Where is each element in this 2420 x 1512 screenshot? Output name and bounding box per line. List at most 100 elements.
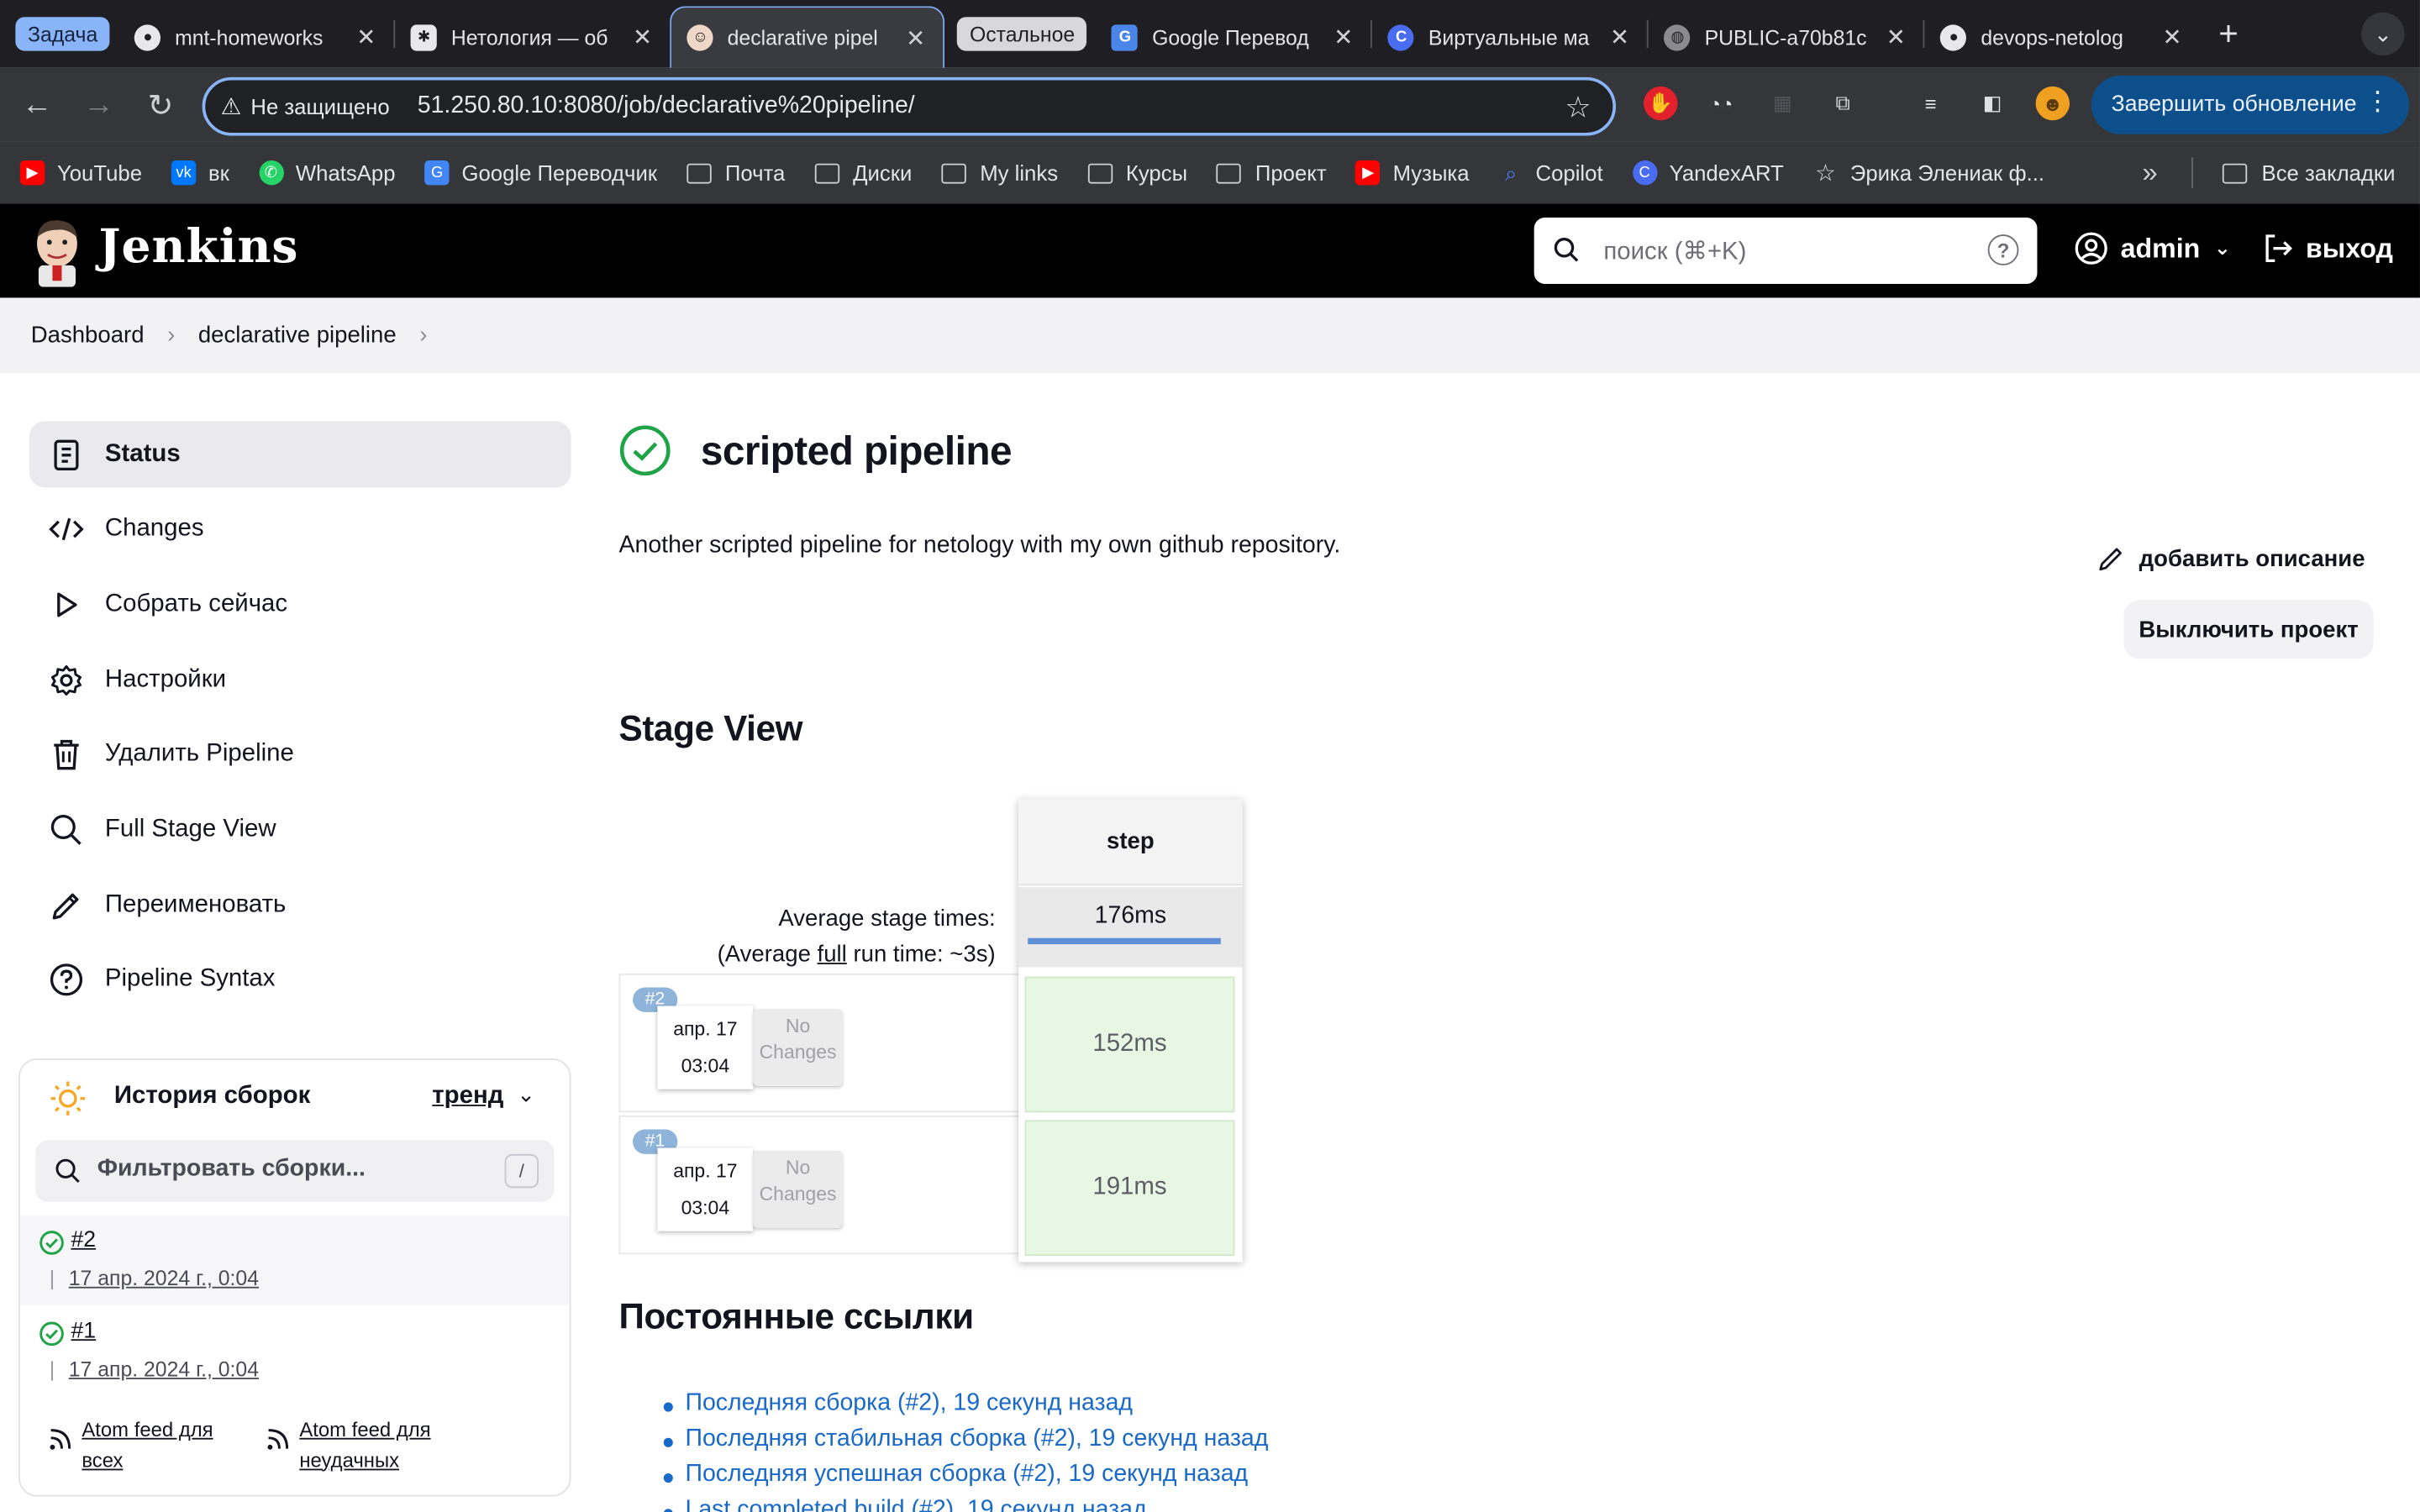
bookmark-folder[interactable]: Диски [814,160,912,185]
browser-tab[interactable]: ◍ PUBLIC-a70b81c ✕ [1649,11,1923,63]
build-history-header: История сборок тренд ⌄ [20,1060,570,1137]
stage-cell-success[interactable]: 152ms [1024,976,1235,1113]
bookmark-vk[interactable]: vk вк [171,160,229,186]
permalink-last-build[interactable]: Последняя сборка (#2), 19 секунд назад [663,1390,1268,1425]
browser-tab[interactable]: ● devops-netolog ✕ [1925,11,2200,63]
puzzle-icon[interactable]: ⧉ [1826,87,1860,120]
bookmark-folder[interactable]: Почта [686,160,786,186]
build-date-link[interactable]: 17 апр. 2024 г., 0:04 [69,1357,259,1381]
all-bookmarks[interactable]: Все закладки [2223,160,2396,185]
adblock-extension-icon[interactable]: ✋ [1644,86,1678,121]
add-description-link[interactable]: добавить описание [2097,544,2365,572]
bookmark-folder[interactable]: Проект [1216,160,1327,185]
chevron-down-icon[interactable]: ⌄ [517,1082,535,1108]
reader-extension-icon[interactable]: ◔◔ [1704,87,1738,120]
full-run-link[interactable]: full [818,941,847,967]
sidebar-item-label: Status [104,440,181,467]
close-tab-icon[interactable]: ✕ [2160,24,2184,50]
sidebar-item-full-stage-view[interactable]: Full Stage View [29,797,571,864]
bookmark-youtube[interactable]: ▶ YouTube [19,160,142,186]
close-tab-icon[interactable]: ✕ [903,24,928,51]
reload-icon[interactable]: ↻ [129,86,191,124]
breadcrumb-job[interactable]: declarative pipeline [198,323,397,349]
help-icon[interactable]: ? [1987,234,2019,265]
sidebar-item-label: Переименовать [104,890,287,918]
browser-tab[interactable]: G Google Перевод ✕ [1097,11,1371,63]
address-bar[interactable]: ⚠ Не защищено 51.250.80.10:8080/job/decl… [202,76,1617,136]
tab-group-label[interactable]: Задача [15,17,110,51]
sun-weather-icon [50,1081,86,1116]
trend-link[interactable]: тренд [432,1083,503,1110]
sidebar-item-build-now[interactable]: Собрать сейчас [29,571,571,638]
media-controls-icon[interactable]: ≡ [1914,87,1948,120]
permalink-last-completed[interactable]: Last completed build (#2), 19 секунд наз… [663,1497,1268,1512]
side-panel-icon[interactable]: ◧ [1975,87,2009,120]
bookmark-copilot[interactable]: ⌕ Copilot [1498,160,1603,185]
sidebar-item-label: Настройки [104,665,226,692]
permalink-last-successful[interactable]: Последняя успешная сборка (#2), 19 секун… [663,1461,1268,1496]
jenkins-brand[interactable]: Jenkins [99,221,299,275]
whatsapp-icon: ✆ [258,160,284,186]
sidebar-item-pipeline-syntax[interactable]: Pipeline Syntax [29,947,571,1013]
breadcrumb-dashboard[interactable]: Dashboard [31,323,145,349]
run-time: 03:04 [681,1055,730,1078]
browser-tab[interactable]: ● mnt-homeworks ✕ [119,11,394,63]
close-tab-icon[interactable]: ✕ [630,24,655,50]
logout-link[interactable]: выход [2261,232,2393,265]
kebab-menu-icon[interactable]: ⋮ [2365,87,2391,118]
tab-search-chevron-icon[interactable]: ⌄ [2361,12,2405,56]
breadcrumb-chevron-icon[interactable]: › [419,323,427,349]
build-history-panel: История сборок тренд ⌄ Фильтровать сборк… [18,1058,571,1497]
bookmark-erika[interactable]: ☆ Эрика Элениак ф... [1813,160,2044,186]
bookmark-music[interactable]: ▶ Музыка [1355,160,1470,186]
build-date-link[interactable]: 17 апр. 2024 г., 0:04 [69,1267,259,1290]
sidebar-item-settings[interactable]: Настройки [29,647,571,713]
bookmark-yandexart[interactable]: C YandexART [1632,160,1784,186]
profile-avatar-icon[interactable]: ☻ [2035,86,2070,121]
atom-feed-failed-link[interactable]: Atom feed для неудачных [266,1415,469,1475]
build-number-link[interactable]: #1 [71,1319,96,1343]
close-tab-icon[interactable]: ✕ [1884,24,1908,50]
bookmark-whatsapp[interactable]: ✆ WhatsApp [258,160,396,186]
permalink-last-stable[interactable]: Последняя стабильная сборка (#2), 19 сек… [663,1425,1268,1461]
security-indicator[interactable]: ⚠ Не защищено [221,92,390,120]
bookmark-label: Google Переводчик [461,160,658,186]
atom-feed-all-link[interactable]: Atom feed для всех [48,1415,251,1475]
permalinks-heading: Постоянные ссылки [618,1295,975,1336]
build-number-link[interactable]: #2 [71,1228,96,1252]
forward-arrow-icon[interactable]: → [68,87,129,123]
sidebar-item-changes[interactable]: Changes [29,496,571,563]
bookmark-folder[interactable]: My links [941,160,1058,185]
sidebar-item-delete[interactable]: Удалить Pipeline [29,722,571,788]
browser-tab[interactable]: C Виртуальные ма ✕ [1373,11,1648,63]
close-tab-icon[interactable]: ✕ [354,24,378,50]
sidebar-item-rename[interactable]: Переименовать [29,872,571,938]
extension-icon[interactable]: ▦ [1765,87,1799,120]
bookmark-star-icon[interactable]: ☆ [1565,91,1591,126]
bookmark-google-translate[interactable]: G Google Переводчик [424,160,658,186]
bookmark-folder[interactable]: Курсы [1086,160,1187,185]
build-row[interactable]: #1 | 17 апр. 2024 г., 0:04 [20,1307,570,1397]
close-tab-icon[interactable]: ✕ [1607,24,1632,50]
user-menu[interactable]: admin ⌄ [2075,232,2231,265]
stage-run-row[interactable]: #1 апр. 17 03:04 No Changes [618,1115,1019,1255]
browser-tab-active[interactable]: ☺ declarative pipel ✕ [670,6,945,68]
close-tab-icon[interactable]: ✕ [1331,24,1355,50]
sidebar-item-status[interactable]: Status [29,421,571,488]
new-tab-icon[interactable]: + [2218,14,2238,55]
url-text[interactable]: 51.250.80.10:8080/job/declarative%20pipe… [418,92,915,120]
disable-project-button[interactable]: Выключить проект [2123,600,2374,659]
bookmark-label: Почта [724,160,786,186]
stage-run-row[interactable]: #2 апр. 17 03:04 No Changes [618,973,1019,1113]
stage-cell-success[interactable]: 191ms [1024,1120,1235,1257]
filter-builds-input[interactable]: Фильтровать сборки... / [35,1140,555,1202]
more-bookmarks-icon[interactable]: » [2142,156,2157,189]
search-input[interactable]: поиск (⌘+K) ? [1534,217,2038,284]
finish-update-button[interactable]: Завершить обновление ⋮ [2091,75,2410,134]
tab-group-label[interactable]: Остальное [957,17,1087,51]
jenkins-logo-icon[interactable] [31,216,83,287]
build-row[interactable]: #2 | 17 апр. 2024 г., 0:04 [19,1215,570,1305]
back-arrow-icon[interactable]: ← [6,87,67,123]
browser-tab[interactable]: ✱ Нетология — об ✕ [396,11,671,63]
job-description: Another scripted pipeline for netology w… [618,532,1341,559]
